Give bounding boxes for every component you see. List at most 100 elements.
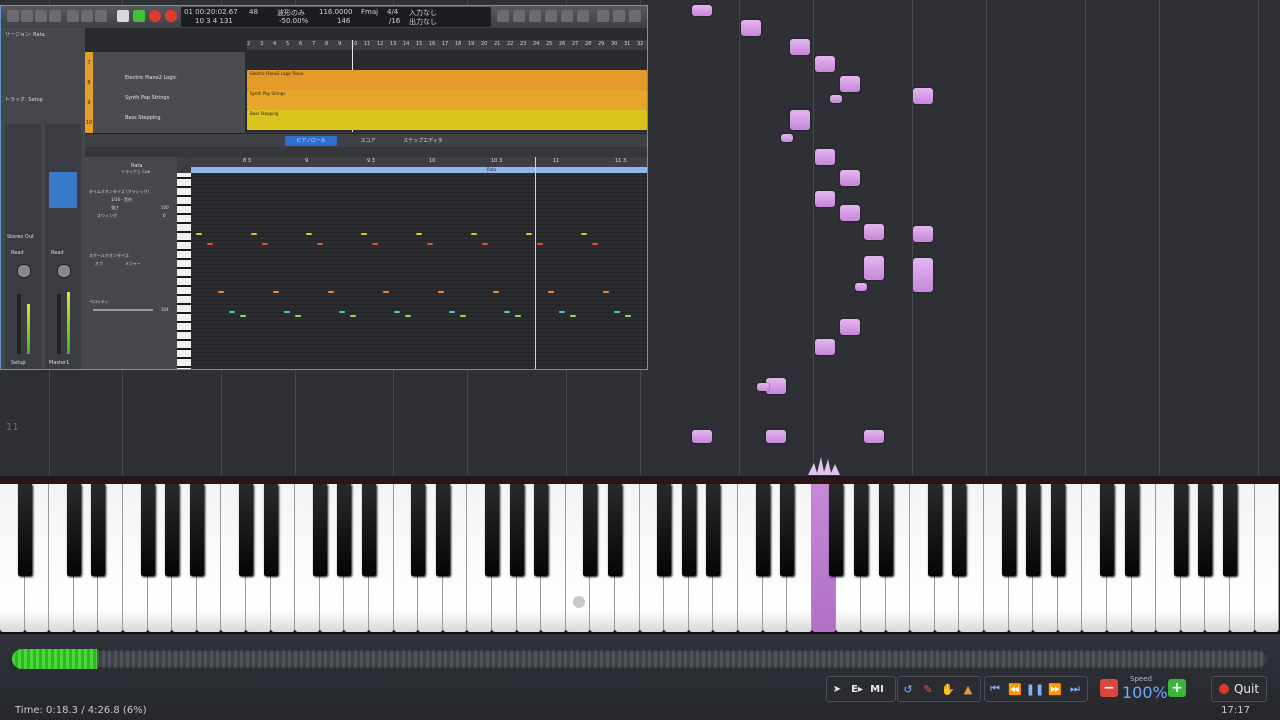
black-key[interactable] — [952, 484, 967, 576]
black-key[interactable] — [312, 484, 327, 576]
midi-note[interactable] — [570, 315, 576, 317]
midi-note[interactable] — [603, 291, 609, 293]
black-key[interactable] — [435, 484, 450, 576]
piano-roll-grid[interactable] — [191, 173, 647, 369]
black-key[interactable] — [66, 484, 81, 576]
black-key[interactable] — [91, 484, 106, 576]
black-key[interactable] — [878, 484, 893, 576]
midi-note[interactable] — [295, 315, 301, 317]
midi-note[interactable] — [262, 243, 268, 245]
tab-step-editor[interactable]: ステップエディタ — [397, 136, 449, 146]
lcd-display[interactable]: 01 00:20:02.67 10 3 4 131 48 波形のみ -50.00… — [181, 7, 491, 27]
toolbar-icon[interactable] — [49, 10, 61, 22]
browser-icon[interactable] — [629, 10, 641, 22]
track-region[interactable]: Bass Stepping — [247, 110, 647, 130]
midi-note[interactable] — [317, 243, 323, 245]
tuner-icon[interactable] — [529, 10, 541, 22]
pan-knob[interactable] — [57, 264, 71, 278]
black-key[interactable] — [411, 484, 426, 576]
midi-note[interactable] — [394, 311, 400, 313]
midi-note[interactable] — [449, 311, 455, 313]
pencil-icon[interactable]: ✎ — [918, 679, 938, 699]
black-key[interactable] — [657, 484, 672, 576]
midi-note[interactable] — [383, 291, 389, 293]
black-key[interactable] — [755, 484, 770, 576]
stop-icon[interactable] — [117, 10, 129, 22]
inspector-track[interactable]: トラック: Setup — [5, 96, 43, 103]
black-key[interactable] — [534, 484, 549, 576]
strip-read[interactable]: Read — [51, 250, 64, 256]
pause-icon[interactable]: ❚❚ — [1025, 679, 1045, 699]
piano-roll-keys[interactable] — [177, 173, 191, 369]
track-region[interactable]: Synth Pop Strings — [247, 90, 647, 110]
scale-major[interactable]: メジャー — [125, 261, 141, 267]
black-key[interactable] — [706, 484, 721, 576]
midi-note[interactable] — [361, 233, 367, 235]
notepad-icon[interactable] — [597, 10, 609, 22]
midi-note[interactable] — [427, 243, 433, 245]
black-key[interactable] — [1198, 484, 1213, 576]
smart-controls-icon[interactable] — [67, 10, 79, 22]
stamp-icon[interactable]: ▲ — [958, 679, 978, 699]
midi-note[interactable] — [515, 315, 521, 317]
swing-value[interactable]: 0 — [163, 213, 166, 218]
forward-icon[interactable]: ⏩ — [1045, 679, 1065, 699]
tab-piano-roll[interactable]: ピアノロール — [285, 136, 337, 146]
midi-note[interactable] — [273, 291, 279, 293]
midi-note[interactable] — [559, 311, 565, 313]
midi-note[interactable] — [306, 233, 312, 235]
mixer-icon[interactable] — [81, 10, 93, 22]
midi-note[interactable] — [548, 291, 554, 293]
plugin-slots[interactable] — [49, 172, 77, 208]
black-key[interactable] — [509, 484, 524, 576]
quantize-select[interactable]: 1/16 - 音符 — [111, 197, 132, 203]
help-icon[interactable] — [35, 10, 47, 22]
black-key[interactable] — [140, 484, 155, 576]
midi-note[interactable] — [218, 291, 224, 293]
skip-forward-icon[interactable]: ⏭ — [1065, 679, 1085, 699]
black-key[interactable] — [485, 484, 499, 576]
pointer-icon[interactable]: ➤ — [827, 679, 847, 699]
progress-bar[interactable] — [12, 649, 1268, 669]
midi-note[interactable] — [438, 291, 444, 293]
quit-button[interactable]: Quit — [1211, 676, 1267, 702]
skip-back-icon[interactable]: ⏮ — [985, 679, 1005, 699]
record-icon[interactable] — [149, 10, 161, 22]
midi-note[interactable] — [240, 315, 246, 317]
midi-note[interactable] — [339, 311, 345, 313]
velocity-slider[interactable] — [93, 309, 153, 311]
black-key[interactable] — [189, 484, 204, 576]
midi-note[interactable] — [229, 311, 235, 313]
speed-increase-button[interactable]: + — [1168, 679, 1186, 697]
volume-fader[interactable] — [17, 294, 21, 354]
scissors-icon[interactable] — [95, 10, 107, 22]
black-key[interactable] — [927, 484, 942, 576]
midi-note[interactable] — [581, 233, 587, 235]
track-region[interactable]: Electric Piano2 Logic Piano — [247, 70, 647, 90]
pan-knob[interactable] — [17, 264, 31, 278]
midi-note[interactable] — [460, 315, 466, 317]
piano-roll-playhead[interactable] — [535, 157, 536, 369]
velocity-value[interactable]: 104 — [161, 307, 169, 312]
midi-note[interactable] — [614, 311, 620, 313]
piano-keyboard[interactable] — [0, 484, 1280, 634]
replace-icon[interactable] — [513, 10, 525, 22]
black-key[interactable] — [239, 484, 253, 576]
black-key[interactable] — [1223, 484, 1237, 576]
black-key[interactable] — [165, 484, 180, 576]
speed-decrease-button[interactable]: − — [1100, 679, 1118, 697]
black-key[interactable] — [1026, 484, 1041, 576]
scale-off[interactable]: オフ — [95, 261, 103, 267]
play-icon[interactable] — [133, 10, 145, 22]
inspector-icon[interactable] — [21, 10, 33, 22]
black-key[interactable] — [829, 484, 844, 576]
black-key[interactable] — [1173, 484, 1188, 576]
midi-note[interactable] — [625, 315, 631, 317]
hand-icon[interactable]: ✋ — [938, 679, 958, 699]
white-key[interactable] — [1254, 484, 1280, 632]
capture-record-icon[interactable] — [165, 10, 177, 22]
library-icon[interactable] — [7, 10, 19, 22]
midi-note[interactable] — [416, 233, 422, 235]
black-key[interactable] — [681, 484, 696, 576]
inspector-region[interactable]: リージョン: Rata — [5, 31, 45, 38]
